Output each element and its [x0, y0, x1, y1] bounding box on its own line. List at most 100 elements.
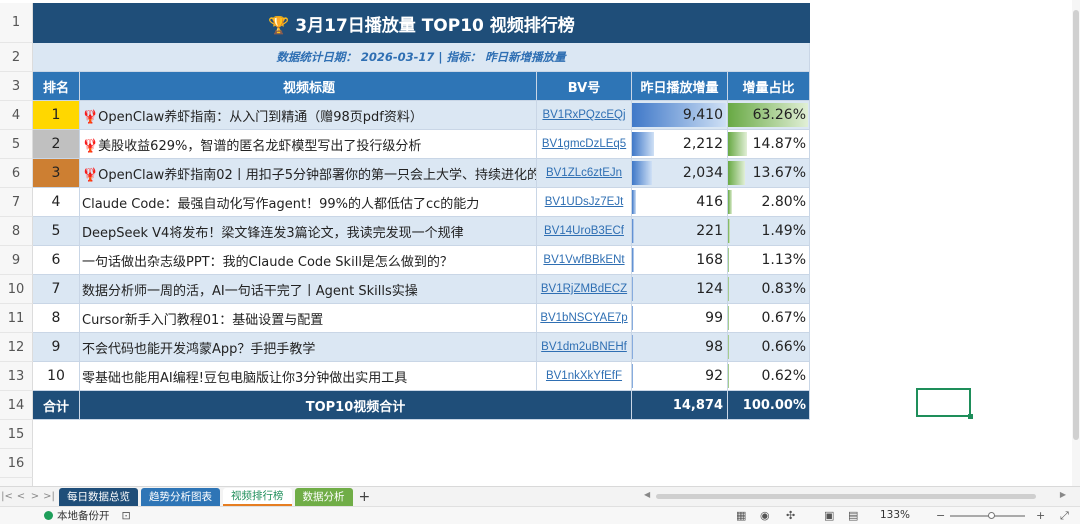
video-title-cell[interactable]: 零基础也能用AI编程!豆包电脑版让你3分钟做出实用工具 — [80, 362, 537, 391]
bv-link[interactable]: BV1VwfBBkENt — [543, 254, 624, 266]
row-number[interactable]: 15 — [0, 420, 33, 449]
row-number[interactable]: 12 — [0, 333, 33, 362]
header-share[interactable]: 增量占比 — [728, 72, 810, 101]
rank-cell[interactable]: 6 — [33, 246, 80, 275]
bv-cell[interactable]: BV1UDsJz7EJt — [537, 188, 632, 217]
bv-link[interactable]: BV1dm2uBNEHf — [541, 341, 627, 353]
total-label[interactable]: 合计 — [33, 391, 80, 420]
header-bv[interactable]: BV号 — [537, 72, 632, 101]
bv-cell[interactable]: BV1dm2uBNEHf — [537, 333, 632, 362]
share-cell[interactable]: 1.13% — [728, 246, 810, 275]
tab-daily-overview[interactable]: 每日数据总览 — [59, 487, 138, 506]
plays-cell[interactable]: 2,212 — [632, 130, 728, 159]
bv-link[interactable]: BV1bNSCYAE7p — [540, 312, 627, 324]
tab-data-analysis[interactable]: 数据分析 — [294, 487, 353, 506]
plays-cell[interactable]: 99 — [632, 304, 728, 333]
selected-cell[interactable] — [916, 388, 973, 419]
normal-view-icon[interactable]: ▣ — [824, 509, 834, 522]
sheet-title[interactable]: 🏆 3月17日播放量 TOP10 视频排行榜 — [33, 3, 810, 43]
rank-cell[interactable]: 10 — [33, 362, 80, 391]
plays-cell[interactable]: 124 — [632, 275, 728, 304]
bv-cell[interactable]: BV14UroB3ECf — [537, 217, 632, 246]
bv-link[interactable]: BV1nkXkYfEfF — [546, 370, 622, 382]
page-layout-icon[interactable]: ▦ — [736, 509, 746, 522]
share-cell[interactable]: 63.26% — [728, 101, 810, 130]
rank-cell[interactable]: 7 — [33, 275, 80, 304]
plays-cell[interactable]: 168 — [632, 246, 728, 275]
tab-video-ranking[interactable]: 视频排行榜 — [223, 487, 292, 506]
first-sheet-icon[interactable]: |< — [0, 491, 14, 502]
vertical-scrollbar[interactable] — [1072, 0, 1080, 486]
page-break-view-icon[interactable]: ▤ — [848, 509, 858, 522]
sheet-subtitle[interactable]: 数据统计日期： 2026-03-17 | 指标： 昨日新增播放量 — [33, 43, 810, 72]
plays-cell[interactable]: 416 — [632, 188, 728, 217]
row-number[interactable]: 11 — [0, 304, 33, 333]
vertical-scroll-thumb[interactable] — [1073, 10, 1079, 440]
rank-cell[interactable]: 2 — [33, 130, 80, 159]
row-number[interactable]: 4 — [0, 101, 33, 130]
total-plays[interactable]: 14,874 — [632, 391, 728, 420]
share-cell[interactable]: 0.62% — [728, 362, 810, 391]
bv-cell[interactable]: BV1ZLc6ztEJn — [537, 159, 632, 188]
plays-cell[interactable]: 9,410 — [632, 101, 728, 130]
share-cell[interactable]: 14.87% — [728, 130, 810, 159]
video-title-cell[interactable]: 🦞OpenClaw养虾指南02丨用扣子5分钟部署你的第一只会上大学、持续进化的龙… — [80, 159, 537, 188]
share-cell[interactable]: 13.67% — [728, 159, 810, 188]
row-number[interactable]: 1 — [0, 3, 33, 43]
bv-link[interactable]: BV1RjZMBdECZ — [541, 283, 627, 295]
video-title-cell[interactable]: Cursor新手入门教程01：基础设置与配置 — [80, 304, 537, 333]
rank-cell[interactable]: 8 — [33, 304, 80, 333]
plays-cell[interactable]: 92 — [632, 362, 728, 391]
next-sheet-icon[interactable]: > — [28, 491, 42, 502]
fill-handle[interactable] — [968, 414, 973, 419]
row-number[interactable]: 9 — [0, 246, 33, 275]
last-sheet-icon[interactable]: >| — [42, 491, 56, 502]
share-cell[interactable]: 0.83% — [728, 275, 810, 304]
backup-status-label[interactable]: 本地备份开 — [57, 508, 110, 523]
row-number[interactable]: 2 — [0, 43, 33, 72]
crosshair-icon[interactable]: ✣ — [786, 509, 795, 522]
rank-cell[interactable]: 4 — [33, 188, 80, 217]
zoom-slider[interactable] — [950, 512, 1025, 519]
plays-cell[interactable]: 2,034 — [632, 159, 728, 188]
bv-cell[interactable]: BV1gmcDzLEq5 — [537, 130, 632, 159]
bv-cell[interactable]: BV1RxPQzcEQj — [537, 101, 632, 130]
zoom-out-icon[interactable]: − — [936, 509, 945, 522]
share-cell[interactable]: 0.66% — [728, 333, 810, 362]
video-title-cell[interactable]: DeepSeek V4将发布！梁文锋连发3篇论文，我读完发现一个规律 — [80, 217, 537, 246]
row-number[interactable]: 3 — [0, 72, 33, 101]
rank-cell[interactable]: 9 — [33, 333, 80, 362]
fullscreen-icon[interactable]: ⤢ — [1060, 509, 1069, 523]
rank-cell[interactable]: 3 — [33, 159, 80, 188]
rank-cell[interactable]: 1 — [33, 101, 80, 130]
share-cell[interactable]: 0.67% — [728, 304, 810, 333]
row-number[interactable]: 14 — [0, 391, 33, 420]
video-title-cell[interactable]: Claude Code：最强自动化写作agent！99%的人都低估了cc的能力 — [80, 188, 537, 217]
rank-cell[interactable]: 5 — [33, 217, 80, 246]
eye-protection-icon[interactable]: ◉ — [760, 509, 770, 522]
bv-link[interactable]: BV1UDsJz7EJt — [545, 196, 624, 208]
plays-cell[interactable]: 221 — [632, 217, 728, 246]
video-title-cell[interactable]: 🦞OpenClaw养虾指南：从入门到精通（赠98页pdf资料） — [80, 101, 537, 130]
bv-cell[interactable]: BV1nkXkYfEfF — [537, 362, 632, 391]
bv-link[interactable]: BV14UroB3ECf — [544, 225, 624, 237]
bv-link[interactable]: BV1RxPQzcEQj — [542, 109, 625, 121]
bv-cell[interactable]: BV1RjZMBdECZ — [537, 275, 632, 304]
row-number[interactable]: 8 — [0, 217, 33, 246]
horizontal-scroll-thumb[interactable] — [656, 494, 1036, 499]
share-cell[interactable]: 2.80% — [728, 188, 810, 217]
bv-cell[interactable]: BV1bNSCYAE7p — [537, 304, 632, 333]
zoom-slider-knob[interactable] — [988, 512, 995, 519]
horizontal-scrollbar[interactable]: ◀ ▶ — [640, 490, 1070, 500]
add-sheet-icon[interactable]: + — [359, 489, 371, 505]
header-plays[interactable]: 昨日播放增量 — [632, 72, 728, 101]
bv-link[interactable]: BV1ZLc6ztEJn — [546, 167, 622, 179]
row-number[interactable]: 6 — [0, 159, 33, 188]
plays-cell[interactable]: 98 — [632, 333, 728, 362]
bv-cell[interactable]: BV1VwfBBkENt — [537, 246, 632, 275]
row-number[interactable]: 7 — [0, 188, 33, 217]
row-number[interactable]: 13 — [0, 362, 33, 391]
cell-view-icon[interactable]: ⊡ — [122, 509, 131, 522]
total-title[interactable]: TOP10视频合计 — [80, 391, 632, 420]
row-number[interactable]: 17 — [0, 478, 33, 486]
